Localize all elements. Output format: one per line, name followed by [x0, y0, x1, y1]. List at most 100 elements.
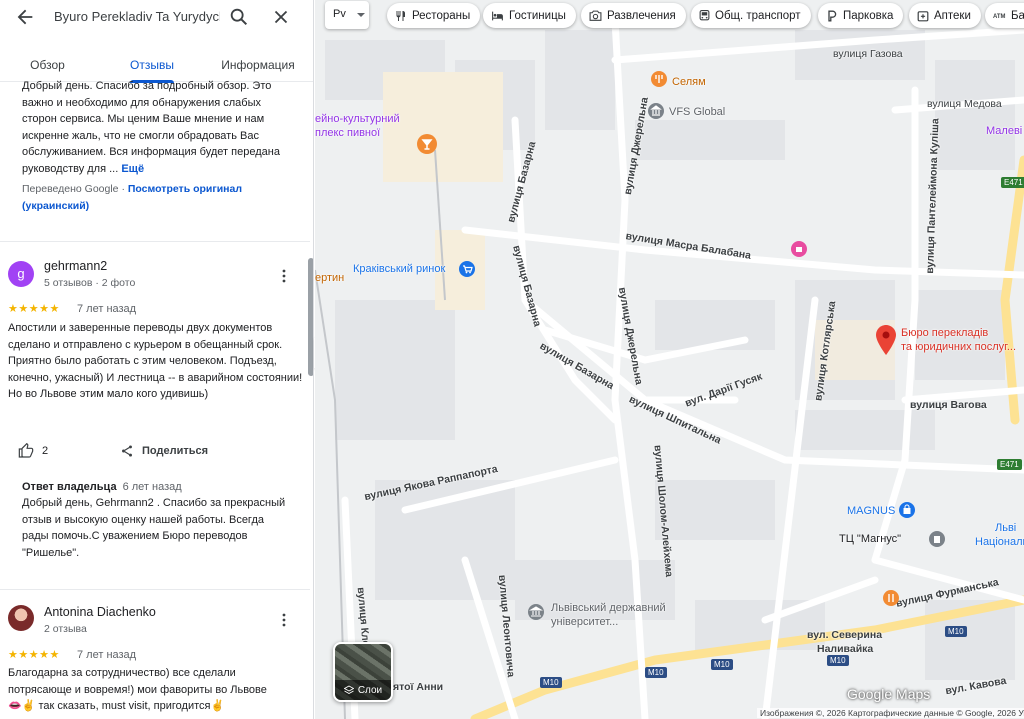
map-footer: Изображения ©, 2026 Картографические дан… [757, 708, 1024, 718]
shopping-cart-icon[interactable] [459, 261, 475, 277]
street-label: вул. Северина [807, 629, 883, 641]
tab-reviews[interactable]: Отзывы [110, 48, 194, 83]
route-badge: M10 [945, 626, 967, 637]
chip-restaurants[interactable]: Рестораны [387, 3, 481, 28]
chip-parking[interactable]: Парковка [818, 3, 904, 28]
star-rating: ★★★★★ [8, 303, 60, 315]
close-icon[interactable] [270, 6, 292, 28]
university-pin-icon[interactable] [528, 604, 544, 620]
poi-label[interactable]: Льві [995, 522, 1016, 534]
chip-hotels[interactable]: Гостиницы [483, 3, 576, 28]
poi-label[interactable]: ейно-культурний [315, 113, 400, 125]
star-rating: ★★★★★ [8, 649, 60, 661]
tab-overview[interactable]: Обзор [0, 48, 95, 82]
poi-label[interactable]: Малеві [986, 125, 1022, 137]
chip-label: Общ. транспорт [715, 9, 801, 22]
reviewer-name[interactable]: gehrmann2 [44, 259, 107, 273]
language-select-value: Рv [333, 8, 346, 20]
chip-label: Гостиницы [509, 9, 566, 22]
language-select[interactable]: Рv [325, 1, 369, 29]
street-label: ятої Анни [393, 681, 444, 693]
street-label: Наливайка [817, 643, 874, 655]
chip-transit[interactable]: Общ. транспорт [691, 3, 811, 28]
route-badge: M10 [540, 677, 562, 688]
chip-pharmacies[interactable]: Аптеки [909, 3, 981, 28]
back-arrow-icon[interactable] [14, 6, 36, 28]
poi-label[interactable]: Львівський державний [551, 602, 666, 614]
chip-label: Аптеки [934, 9, 971, 22]
owner-reply-label: Ответ владельца [22, 481, 117, 493]
building-pin-icon[interactable] [648, 103, 664, 119]
emoji: ✌️ [210, 700, 225, 712]
search-input[interactable]: Byuro Perekladiv Ta Yurydych [54, 9, 220, 24]
chip-label: Развлечения [607, 9, 676, 22]
layers-label: Слои [357, 684, 383, 696]
share-button[interactable]: Поделиться [120, 442, 208, 460]
reviewer-meta: 2 отзыва [44, 623, 87, 635]
poi-label[interactable]: плекс пивної [315, 127, 380, 139]
bus-icon [699, 9, 710, 20]
route-badge: E471 [997, 459, 1022, 470]
like-button[interactable]: 2 [18, 442, 48, 460]
poi-label[interactable]: Національна С [975, 536, 1024, 548]
poi-label[interactable]: ертин [315, 272, 344, 284]
poi-label[interactable]: VFS Global [669, 106, 725, 118]
translation-note: Переведено Google · Посмотреть оригинал … [22, 181, 298, 215]
translated-by-google: Переведено Google [22, 183, 119, 195]
reviewer-name[interactable]: Antonina Diachenko [44, 605, 156, 619]
poi-label[interactable]: Бюро перекладів [901, 327, 988, 339]
bar-pin-icon[interactable] [417, 134, 437, 154]
parking-icon [828, 10, 837, 21]
poi-label[interactable]: університет... [551, 616, 618, 628]
bed-icon [492, 11, 503, 20]
more-link[interactable]: Ещё [121, 163, 144, 175]
tab-about[interactable]: Информация [210, 48, 306, 82]
separator: · [121, 183, 125, 195]
avatar[interactable]: g [8, 261, 34, 287]
layers-button[interactable]: Слои [333, 642, 393, 702]
tab-bar: Обзор Отзывы Информация [0, 48, 313, 83]
chip-label: Парковка [843, 9, 894, 22]
owner-reply: Ответ владельца 6 лет назад Добрый день, … [22, 479, 292, 561]
more-options-icon[interactable] [276, 612, 292, 628]
food-pin-icon[interactable] [651, 71, 667, 87]
map-canvas[interactable]: Рv Рестораны Гостиницы Развлечения Общ. … [315, 0, 1024, 719]
street-label: вулиця Газова [833, 48, 903, 60]
side-panel: Byuro Perekladiv Ta Yurydych Обзор Отзыв… [0, 0, 314, 719]
route-badge: M10 [711, 659, 733, 670]
layers-label-bar: Слои [335, 680, 391, 700]
divider [0, 241, 310, 242]
owner-reply-date: 6 лет назад [122, 481, 182, 493]
route-badge: M10 [645, 667, 667, 678]
poi-label[interactable]: та юридичних послуг... [901, 341, 1016, 353]
review-text: Апостили и заверенные переводы двух доку… [8, 322, 303, 400]
street-label: вулиця Медова [927, 98, 1002, 110]
more-options-icon[interactable] [276, 268, 292, 284]
review-line: 👄✌️ так сказать, must visit, пригодится✌… [8, 698, 303, 715]
building-pin-icon[interactable] [929, 531, 945, 547]
atm-icon: ATM [993, 14, 1005, 20]
search-icon[interactable] [228, 6, 250, 28]
poi-label[interactable]: MAGNUS [847, 505, 895, 517]
location-pin-icon[interactable] [876, 325, 896, 355]
share-icon [122, 445, 132, 457]
poi-label[interactable]: ТЦ "Магнус" [839, 533, 901, 545]
medicine-icon [917, 10, 929, 21]
shopping-bag-icon[interactable] [899, 502, 915, 518]
poi-label[interactable]: Краківський ринок [353, 263, 445, 275]
chip-entertainment[interactable]: Развлечения [581, 3, 686, 28]
search-bar: Byuro Perekladiv Ta Yurydych [0, 0, 313, 34]
thumbs-up-icon [18, 443, 34, 458]
reviewer-meta: 5 отзывов · 2 фото [44, 277, 136, 289]
shop-pin-icon[interactable] [791, 241, 807, 257]
chip-atm[interactable]: ATM Ба [985, 3, 1024, 28]
share-label: Поделиться [142, 445, 209, 457]
avatar[interactable] [8, 605, 34, 631]
poi-label[interactable]: Селям [672, 76, 706, 88]
chip-label: Ба [1011, 9, 1024, 22]
camera-icon [589, 10, 602, 21]
route-badge: E471 [1001, 177, 1024, 188]
emoji: 👄✌️ [8, 700, 36, 712]
restaurant-pin-icon[interactable] [883, 590, 899, 606]
svg-text:ATM: ATM [993, 14, 1005, 20]
